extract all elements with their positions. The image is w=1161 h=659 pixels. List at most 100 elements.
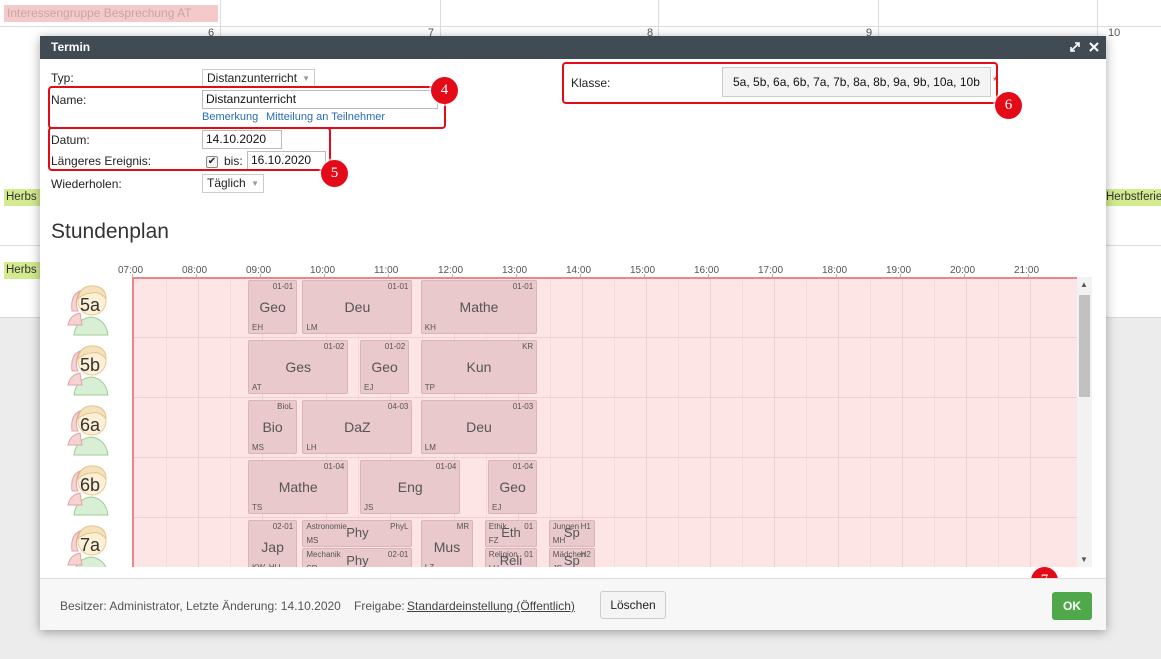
calendar-event-herbstferien[interactable]: Herbs [4, 189, 40, 206]
lesson-teacher: LM [306, 323, 318, 332]
delete-button[interactable]: Löschen [600, 591, 666, 619]
lesson-block[interactable]: Geo 01-04 EJ [488, 460, 538, 514]
lesson-room: 01-02 [323, 342, 345, 351]
time-label: 14:00 [566, 265, 592, 276]
wiederholen-select-value: Täglich [207, 176, 246, 190]
grid-halfhour-line [166, 279, 167, 567]
lesson-room: H1 [580, 522, 591, 531]
lesson-subject: Mus [433, 539, 461, 555]
lesson-block[interactable]: Eth 01 FZ Ethik [484, 520, 538, 547]
class-name: 6a [80, 415, 101, 435]
lesson-teacher: JS [553, 564, 562, 567]
lesson-block[interactable]: Phy02-01SRMechanik [302, 548, 413, 567]
calendar-event[interactable]: Interessengruppe Besprechung AT [4, 5, 218, 22]
time-label: 18:00 [822, 265, 848, 276]
lesson-block[interactable]: Eng 01-04 JS [360, 460, 461, 514]
lesson-block[interactable]: Reli01LHReligion [484, 548, 538, 567]
lesson-room: 01-03 [512, 402, 534, 411]
lesson-teacher: JS [364, 503, 374, 512]
grid-halfhour-line [998, 279, 999, 567]
lesson-block[interactable]: Mus MR LZ [420, 520, 474, 567]
lesson-subject: Jap [261, 539, 284, 555]
grid-row-line [134, 457, 1092, 458]
lesson-room: BioL [277, 402, 294, 411]
lesson-block[interactable]: Sp H1 MH Jungen [548, 520, 595, 547]
scroll-up-icon[interactable]: ▲ [1080, 280, 1088, 289]
lesson-block[interactable]: Mathe 01-01 KH [420, 280, 538, 334]
lesson-teacher: TP [424, 383, 436, 392]
time-label: 17:00 [758, 265, 784, 276]
wiederholen-select[interactable]: Täglich ▼ [202, 174, 264, 193]
lesson-subject: Ges [285, 359, 312, 375]
close-icon[interactable] [1089, 36, 1099, 59]
time-label: 08:00 [182, 265, 208, 276]
lesson-note: Ethik [488, 522, 507, 531]
lesson-subject: Kun [466, 359, 492, 375]
scrollbar-thumb[interactable] [1079, 295, 1090, 397]
annotation-marker-5: 5 [321, 160, 348, 187]
scroll-down-icon[interactable]: ▼ [1080, 555, 1088, 564]
grid-hour-line [902, 279, 903, 567]
lesson-room: 01-01 [512, 282, 534, 291]
lesson-teacher: AT [252, 383, 262, 392]
lesson-block[interactable]: Deu 01-01 LM [302, 280, 413, 334]
annotation-box-klasse [562, 62, 998, 104]
lesson-block[interactable]: DaZ 04-03 LH [302, 400, 413, 454]
lesson-note: Mädchen [552, 550, 586, 559]
time-label: 20:00 [950, 265, 976, 276]
lesson-block[interactable]: Jap 02-01 KW, HU [248, 520, 298, 567]
lesson-block[interactable]: Geo 01-01 EH [248, 280, 298, 334]
lesson-teacher: KW, HU [252, 563, 280, 567]
lesson-teacher: FZ [488, 536, 499, 545]
lesson-subject: DaZ [344, 419, 371, 435]
lesson-teacher: LM [424, 443, 436, 452]
class-name: 7a [80, 535, 101, 555]
lesson-subject: Deu [344, 299, 371, 315]
expand-icon[interactable] [1070, 36, 1080, 59]
lesson-room: 02-01 [387, 550, 409, 559]
grid-row-line [134, 337, 1092, 338]
calendar-event-herbstferien[interactable]: Herbstferie [1104, 189, 1161, 206]
chevron-down-icon: ▼ [251, 179, 259, 188]
class-column: 5a 5b 6a 6b 7a [40, 36, 132, 567]
grid-hour-line [838, 279, 839, 567]
grid-hour-line [774, 279, 775, 567]
lesson-note: Astronomie [306, 522, 347, 531]
lesson-room: 01-04 [512, 462, 534, 471]
stundenplan-scrollbar[interactable]: ▲ ▼ [1077, 277, 1092, 567]
lesson-block[interactable]: Kun KR TP [420, 340, 538, 394]
chevron-down-icon: ▼ [302, 74, 310, 83]
freigabe-label: Freigabe: [354, 599, 405, 613]
lesson-block[interactable]: Phy PhyL MS Astronomie [302, 520, 413, 547]
lesson-block[interactable]: Ges 01-02 AT [248, 340, 349, 394]
lesson-block[interactable]: Geo 01-02 EJ [360, 340, 410, 394]
owner-info: Besitzer: Administrator, Letzte Änderung… [60, 599, 341, 613]
ok-button[interactable]: OK [1052, 592, 1092, 620]
class-row: 6a [60, 399, 130, 459]
dialog-titlebar[interactable]: Termin [40, 36, 1106, 59]
lesson-block[interactable]: Mathe 01-04 TS [248, 460, 349, 514]
lesson-block[interactable]: SpH2JSMädchen [548, 548, 595, 567]
lesson-teacher: LH [306, 443, 317, 452]
class-row: 7a [60, 519, 130, 567]
lesson-teacher: EJ [492, 503, 502, 512]
freigabe-link[interactable]: Standardeinstellung (Öffentlich) [407, 599, 575, 613]
stundenplan-grid[interactable]: Geo 01-01 EH Deu 01-01 LM Mathe 01-01 KH Ges 01-02… [132, 277, 1092, 567]
grid-halfhour-line [678, 279, 679, 567]
lesson-subject: Geo [499, 479, 526, 495]
lesson-room: 01 [524, 522, 534, 531]
grid-halfhour-line [742, 279, 743, 567]
class-row: 6b [60, 459, 130, 519]
lesson-room: 01-02 [384, 342, 406, 351]
calendar-event-herbstferien[interactable]: Herbs [4, 262, 40, 279]
grid-hour-line [1030, 279, 1031, 567]
lesson-block[interactable]: Bio BioL MS [248, 400, 298, 454]
lesson-block[interactable]: Deu 01-03 LM [420, 400, 538, 454]
class-row: 5b [60, 339, 130, 399]
calendar-day-number: 10 [1108, 27, 1121, 39]
lesson-teacher: LZ [425, 563, 434, 567]
lesson-subject: Geo [371, 359, 398, 375]
grid-hour-line [646, 279, 647, 567]
lesson-room: 01-04 [435, 462, 457, 471]
termin-dialog: Termin Typ: Distanzunterricht ▼ Name: Di… [40, 36, 1106, 630]
